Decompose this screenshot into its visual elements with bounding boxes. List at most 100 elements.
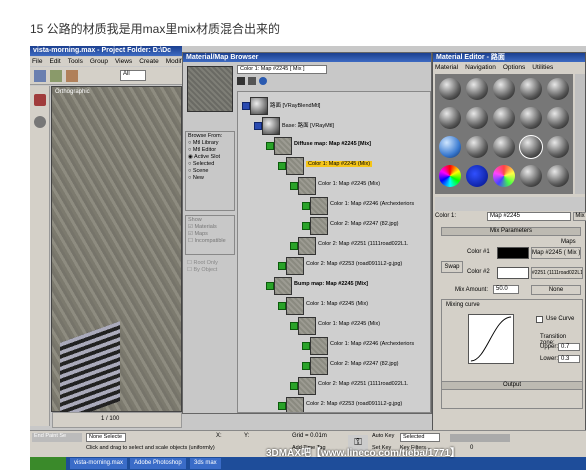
material-slot[interactable] <box>547 165 569 187</box>
tree-node[interactable]: Color 2: Map #2253 (road0911L2-g.jpg) <box>238 396 430 412</box>
editor-menu-item[interactable]: Material <box>435 64 458 71</box>
material-slot[interactable] <box>439 78 461 100</box>
tree-node[interactable]: Color 2: Map #2251 (1111road022L1. <box>238 376 430 395</box>
max-menu-item[interactable]: Group <box>90 58 108 65</box>
show-checkbox[interactable]: ☑ Maps <box>188 231 232 237</box>
material-slot[interactable] <box>466 78 488 100</box>
material-slot[interactable] <box>439 136 461 158</box>
material-slot[interactable] <box>520 107 542 129</box>
tree-node[interactable]: Diffuse map: Map #2245 [Mix] <box>238 136 430 155</box>
undo-icon[interactable] <box>34 70 46 82</box>
browser-search[interactable]: Color 1: Map #2245 [ Mix ] <box>237 65 327 74</box>
color2-swatch[interactable] <box>497 267 529 279</box>
editor-menu-item[interactable]: Navigation <box>465 64 496 71</box>
editor-side-toolbar <box>575 74 585 194</box>
gear-icon[interactable] <box>34 116 46 128</box>
material-slot[interactable] <box>466 107 488 129</box>
node-label: Color 1: Map #2246 (Archexteriors <box>330 341 415 347</box>
tree-node[interactable]: Color 1: Map #2246 (Archexteriors <box>238 336 430 355</box>
move-icon[interactable] <box>66 70 78 82</box>
tree-node[interactable]: 路面 [VRayBlendMtl] <box>238 96 430 115</box>
material-slot[interactable] <box>493 78 515 100</box>
material-slot[interactable] <box>466 136 488 158</box>
browse-from-radio[interactable]: ○ Mtl Editor <box>188 147 232 153</box>
browse-from-radio[interactable]: ○ New <box>188 175 232 181</box>
editor-menu-item[interactable]: Utilities <box>532 64 553 71</box>
slot-name-field[interactable]: Map #2245 <box>487 212 571 221</box>
select-icon[interactable] <box>50 70 62 82</box>
tree-node[interactable]: Color 1: Map #2246 (Archexteriors <box>238 196 430 215</box>
material-slot[interactable] <box>519 135 543 159</box>
map-thumbnail <box>286 257 304 275</box>
tree-node[interactable]: Base: 路面 [VRayMtl] <box>238 116 430 135</box>
sample-slots[interactable] <box>435 74 573 194</box>
material-slot[interactable] <box>493 165 515 187</box>
max-menu-item[interactable]: Create <box>139 58 159 65</box>
mix-params-rollout[interactable]: Mix Parameters <box>441 227 581 236</box>
swap-button[interactable]: Swap <box>441 261 463 273</box>
material-slot[interactable] <box>493 136 515 158</box>
show-checkbox[interactable]: ☑ Materials <box>188 224 232 230</box>
time-slider[interactable]: 1 / 100 <box>52 412 182 428</box>
lower-field[interactable]: 0.3 <box>558 355 580 363</box>
tree-node[interactable]: Color 2: Map #2247 (82.jpg) <box>238 216 430 235</box>
taskbar-item[interactable]: Adobe Photoshop <box>130 458 186 469</box>
material-slot[interactable] <box>466 165 488 187</box>
map-thumbnail <box>250 97 268 115</box>
material-slot[interactable] <box>439 165 461 187</box>
icon-view-icon[interactable] <box>248 77 256 85</box>
editor-menu-item[interactable]: Options <box>503 64 525 71</box>
material-slot[interactable] <box>547 107 569 129</box>
mask-map-button[interactable]: None <box>531 285 581 295</box>
tree-node[interactable]: Color 2: Map #2253 (road0911L2-g.jpg) <box>238 256 430 275</box>
material-slot[interactable] <box>520 165 542 187</box>
taskbar-item[interactable]: 3ds max <box>190 458 221 469</box>
browse-from-radio[interactable]: ○ Scene <box>188 168 232 174</box>
map-type-button[interactable]: Mix <box>573 212 586 221</box>
tree-node[interactable]: Color 1: Map #2245 (Mix) <box>238 176 430 195</box>
browse-from-radio[interactable]: ○ Selected <box>188 161 232 167</box>
tree-node[interactable]: Color 2: Map #2247 (82.jpg) <box>238 356 430 375</box>
material-slot[interactable] <box>493 107 515 129</box>
max-menu-item[interactable]: Edit <box>49 58 60 65</box>
output-rollout[interactable]: Output <box>441 381 583 390</box>
auto-key-label[interactable]: Auto Key <box>372 433 394 439</box>
max-menu-item[interactable]: Tools <box>68 58 83 65</box>
list-view-icon[interactable] <box>237 77 245 85</box>
material-slot[interactable] <box>439 107 461 129</box>
upper-field[interactable]: 0.7 <box>558 343 580 351</box>
sphere-view-icon[interactable] <box>259 77 267 85</box>
playback-controls[interactable] <box>450 434 510 442</box>
frame-field[interactable]: 0 <box>470 445 473 451</box>
extra-checkbox[interactable]: ☐ By Object <box>187 267 233 273</box>
color2-map-button[interactable]: #2251 (1111road022L1.jpg) <box>531 267 583 279</box>
use-curve-checkbox[interactable] <box>536 316 543 323</box>
color1-swatch[interactable] <box>497 247 529 259</box>
taskbar-item[interactable]: vista-morning.max <box>70 458 128 469</box>
material-slot[interactable] <box>547 78 569 100</box>
tree-node[interactable]: Color 1: Map #2245 (Mix) <box>238 296 430 315</box>
tree-node[interactable]: Color 1: Map #2245 (Mix) <box>238 156 430 175</box>
start-button[interactable] <box>30 457 66 470</box>
color1-map-button[interactable]: Map #2245 ( Mix ) <box>531 247 581 259</box>
material-slot[interactable] <box>520 78 542 100</box>
browse-from-radio[interactable]: ◉ Active Slot <box>188 154 232 160</box>
material-slot[interactable] <box>547 136 569 158</box>
max-menu-item[interactable]: Views <box>115 58 132 65</box>
mix-amount-field[interactable]: 50.0 <box>493 285 519 294</box>
tree-node[interactable]: Color 2: Map #2251 (1111road022L1. <box>238 236 430 255</box>
show-checkbox[interactable]: ☐ Incompatible <box>188 238 232 244</box>
paint-icon[interactable] <box>34 94 46 106</box>
selected-dropdown[interactable]: Selected <box>400 433 440 442</box>
tree-node[interactable]: Color 1: Map #2245 (Mix) <box>238 316 430 335</box>
extra-checkbox[interactable]: ☐ Root Only <box>187 260 233 266</box>
filter-dropdown[interactable]: All <box>120 70 146 81</box>
viewport[interactable]: Orthographic <box>51 86 182 423</box>
end-paint-button[interactable]: End Paint Se <box>32 433 82 442</box>
tree-node[interactable]: Bump map: Map #2245 [Mix] <box>238 276 430 295</box>
browse-from-radio[interactable]: ○ Mtl Library <box>188 140 232 146</box>
max-menu-item[interactable]: File <box>32 58 42 65</box>
node-icon <box>290 182 298 190</box>
map-thumbnail <box>286 397 304 412</box>
max-menu-item[interactable]: Modifiers <box>166 58 182 65</box>
